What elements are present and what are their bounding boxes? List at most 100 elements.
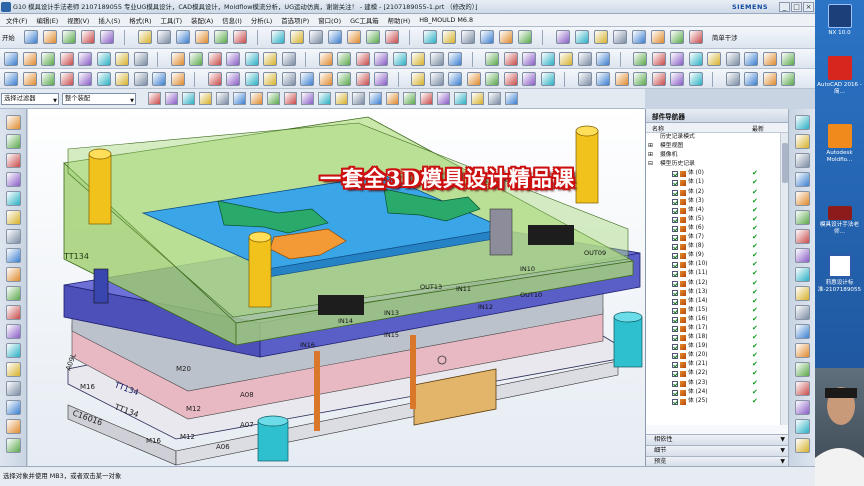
toolbar-tool-icon[interactable] xyxy=(518,30,532,44)
toolbar-tool-icon[interactable] xyxy=(670,72,684,86)
menu-format[interactable]: 格式(R) xyxy=(129,16,151,25)
tree-history-mode[interactable]: 历史记录模式 xyxy=(646,133,780,142)
tree-body-item[interactable]: 体 (4) ✔ xyxy=(646,206,780,215)
expand-icon[interactable]: ⊞ xyxy=(648,142,653,151)
toolbar-tool-icon[interactable] xyxy=(189,52,203,66)
toolbar-tool-icon[interactable] xyxy=(556,30,570,44)
toolbar-tool-icon[interactable] xyxy=(522,52,536,66)
resource-tool-icon[interactable] xyxy=(6,324,21,339)
resource-tab-icon[interactable] xyxy=(795,191,810,206)
toolbar-tool-icon[interactable] xyxy=(59,52,74,66)
resource-tool-icon[interactable] xyxy=(6,400,21,415)
resource-tab-icon[interactable] xyxy=(795,210,810,225)
toolbar-tool-icon[interactable] xyxy=(499,30,513,44)
visibility-checkbox[interactable] xyxy=(672,271,678,278)
toolbar-tool-icon[interactable] xyxy=(596,72,610,86)
tree-body-item[interactable]: 体 (16) ✔ xyxy=(646,315,780,324)
toolbar-tool-icon[interactable] xyxy=(337,52,351,66)
resource-tool-icon[interactable] xyxy=(6,438,21,453)
toolbar-tool-icon[interactable] xyxy=(62,30,76,44)
toolbar-tool-icon[interactable] xyxy=(429,52,444,66)
minimize-button[interactable]: _ xyxy=(779,2,790,12)
toolbar-tool-icon[interactable] xyxy=(170,72,185,86)
toolbar-tool-icon[interactable] xyxy=(22,52,37,66)
snap-point-icon[interactable] xyxy=(335,92,348,105)
snap-point-icon[interactable] xyxy=(216,92,229,105)
toolbar-tool-icon[interactable] xyxy=(355,52,370,66)
visibility-checkbox[interactable] xyxy=(672,198,678,205)
visibility-checkbox[interactable] xyxy=(672,371,678,378)
toolbar-tool-icon[interactable] xyxy=(744,72,758,86)
toolbar-tool-icon[interactable] xyxy=(596,52,610,66)
toolbar-tool-icon[interactable] xyxy=(577,52,592,66)
snap-point-icon[interactable] xyxy=(318,92,331,105)
resource-tab-icon[interactable] xyxy=(795,305,810,320)
toolbar-tool-icon[interactable] xyxy=(633,72,647,86)
tree-body-item[interactable]: 体 (5) ✔ xyxy=(646,215,780,224)
toolbar-tool-icon[interactable] xyxy=(96,52,111,66)
snap-point-icon[interactable] xyxy=(471,92,484,105)
toolbar-tool-icon[interactable] xyxy=(318,52,333,66)
snap-point-icon[interactable] xyxy=(437,92,450,105)
snap-point-icon[interactable] xyxy=(301,92,314,105)
desktop-moldflow-shortcut[interactable]: Autodesk Moldflo... xyxy=(817,124,862,163)
resource-tab-icon[interactable] xyxy=(795,153,810,168)
visibility-checkbox[interactable] xyxy=(672,189,678,196)
tree-body-item[interactable]: 体 (10) ✔ xyxy=(646,260,780,269)
resource-tool-icon[interactable] xyxy=(6,115,21,130)
resource-tool-icon[interactable] xyxy=(6,343,21,358)
tree-body-item[interactable]: 体 (14) ✔ xyxy=(646,297,780,306)
toolbar-tool-icon[interactable] xyxy=(651,72,666,86)
resource-tool-icon[interactable] xyxy=(6,419,21,434)
tree-body-item[interactable]: 体 (15) ✔ xyxy=(646,306,780,315)
toolbar-tool-icon[interactable] xyxy=(355,72,370,86)
menu-analysis[interactable]: 分析(L) xyxy=(251,16,272,25)
toolbar-tool-icon[interactable] xyxy=(540,72,555,86)
graphics-viewport[interactable]: TT134 A09L M16 TT134 TT134 C16016 M12 M1… xyxy=(28,109,645,466)
snap-point-icon[interactable] xyxy=(182,92,195,105)
resource-tool-icon[interactable] xyxy=(6,134,21,149)
toolbar-tool-icon[interactable] xyxy=(392,52,407,66)
resource-tool-icon[interactable] xyxy=(6,286,21,301)
toolbar-tool-icon[interactable] xyxy=(594,30,608,44)
toolbar-tool-icon[interactable] xyxy=(281,52,296,66)
toolbar-tool-icon[interactable] xyxy=(366,30,380,44)
resource-tab-icon[interactable] xyxy=(795,229,810,244)
tree-camera[interactable]: ⊞ 摄像机 xyxy=(646,151,780,160)
toolbar-tool-icon[interactable] xyxy=(688,72,703,86)
menu-hb-mould[interactable]: HB_MOULD M6.8 xyxy=(419,16,473,24)
expand-icon[interactable]: ⊞ xyxy=(648,151,653,160)
snap-point-icon[interactable] xyxy=(233,92,246,105)
tree-model-history[interactable]: ⊟ 模型历史记录 xyxy=(646,160,780,169)
tree-body-item[interactable]: 体 (9) ✔ xyxy=(646,251,780,260)
visibility-checkbox[interactable] xyxy=(672,398,678,405)
toolbar-tool-icon[interactable] xyxy=(318,72,333,86)
tree-body-item[interactable]: 体 (22) ✔ xyxy=(646,369,780,378)
resource-tool-icon[interactable] xyxy=(6,191,21,206)
visibility-checkbox[interactable] xyxy=(672,235,678,242)
tree-body-item[interactable]: 体 (12) ✔ xyxy=(646,279,780,288)
toolbar-tool-icon[interactable] xyxy=(651,30,665,44)
toolbar-tool-icon[interactable] xyxy=(670,30,684,44)
menu-info[interactable]: 信息(I) xyxy=(222,16,242,25)
desktop-doc2-shortcut[interactable]: 莉惠设计标准-2107189055 xyxy=(817,254,862,293)
visibility-checkbox[interactable] xyxy=(672,344,678,351)
toolbar-tool-icon[interactable] xyxy=(540,52,555,66)
tree-body-item[interactable]: 体 (6) ✔ xyxy=(646,224,780,233)
resource-tool-icon[interactable] xyxy=(6,172,21,187)
toolbar-tool-icon[interactable] xyxy=(244,52,259,66)
visibility-checkbox[interactable] xyxy=(672,171,678,178)
visibility-checkbox[interactable] xyxy=(672,316,678,323)
toolbar-tool-icon[interactable] xyxy=(115,52,129,66)
toolbar-tool-icon[interactable] xyxy=(337,72,351,86)
menu-tools[interactable]: 工具(T) xyxy=(160,16,182,25)
toolbar-tool-icon[interactable] xyxy=(152,72,166,86)
tree-body-item[interactable]: 体 (3) ✔ xyxy=(646,197,780,206)
toolbar-tool-icon[interactable] xyxy=(613,30,627,44)
resource-tool-icon[interactable] xyxy=(6,153,21,168)
visibility-checkbox[interactable] xyxy=(672,253,678,260)
visibility-checkbox[interactable] xyxy=(672,307,678,314)
toolbar-tool-icon[interactable] xyxy=(442,30,456,44)
toolbar-tool-icon[interactable] xyxy=(725,52,740,66)
toolbar-tool-icon[interactable] xyxy=(411,72,425,86)
